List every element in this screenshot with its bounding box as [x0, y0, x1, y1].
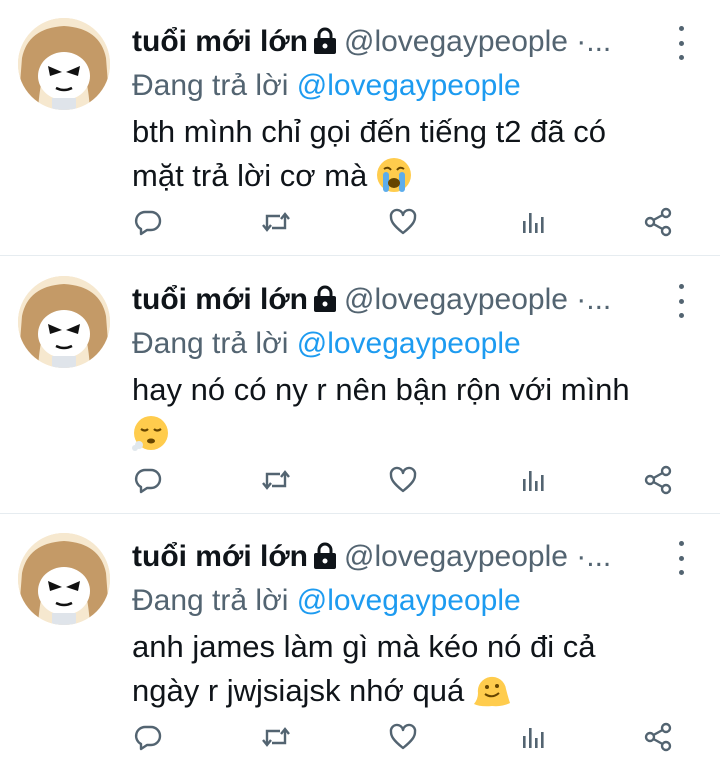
- reply-context: Đang trả lời @lovegaypeople: [132, 579, 521, 623]
- display-name[interactable]: tuổi mới lớn: [132, 25, 308, 58]
- loudly-crying-face-icon: [375, 156, 413, 206]
- retweet-icon[interactable]: [256, 717, 296, 757]
- avatar[interactable]: [18, 276, 110, 368]
- lock-icon: [312, 282, 338, 326]
- reply-prefix: Đang trả lời: [132, 584, 289, 617]
- tweet-header: tuổi mới lớn @lovegaypeople ·...: [132, 20, 692, 64]
- reply-icon[interactable]: [128, 460, 168, 500]
- username[interactable]: @lovegaypeople ·...: [344, 540, 611, 573]
- tweet-header: tuổi mới lớn @lovegaypeople ·...: [132, 278, 692, 322]
- tweet-actions: [0, 717, 720, 757]
- like-icon[interactable]: [383, 202, 423, 242]
- share-icon[interactable]: [638, 717, 678, 757]
- lock-icon: [312, 539, 338, 583]
- reply-icon[interactable]: [128, 202, 168, 242]
- tweet-feed: tuổi mới lớn @lovegaypeople ·... Đang trả…: [0, 0, 720, 770]
- avatar[interactable]: [18, 18, 110, 110]
- username[interactable]: @lovegaypeople ·...: [344, 283, 611, 316]
- retweet-icon[interactable]: [256, 202, 296, 242]
- tweet-actions: [0, 460, 720, 500]
- tweet-text-line: ngày r jwjsiajsk nhớ quá: [132, 673, 465, 708]
- tweet-text-line: hay nó có ny r nên bận rộn với mình: [132, 372, 630, 407]
- share-icon[interactable]: [638, 460, 678, 500]
- retweet-icon[interactable]: [256, 460, 296, 500]
- more-icon[interactable]: [670, 541, 692, 575]
- display-name[interactable]: tuổi mới lớn: [132, 283, 308, 316]
- face-exhaling-icon: [132, 414, 170, 464]
- tweet-header: tuổi mới lớn @lovegaypeople ·...: [132, 535, 692, 579]
- reply-context: Đang trả lời @lovegaypeople: [132, 322, 521, 366]
- mention-link[interactable]: @lovegaypeople: [297, 327, 521, 360]
- views-icon[interactable]: [512, 202, 552, 242]
- reply-prefix: Đang trả lời: [132, 327, 289, 360]
- views-icon[interactable]: [512, 717, 552, 757]
- avatar[interactable]: [18, 533, 110, 625]
- tweet-text: anh james làm gì mà kéo nó đi cả ngày r …: [132, 625, 692, 721]
- tweet[interactable]: tuổi mới lớn @lovegaypeople ·... Đang trả…: [0, 258, 720, 514]
- like-icon[interactable]: [383, 717, 423, 757]
- mention-link[interactable]: @lovegaypeople: [297, 69, 521, 102]
- melting-face-icon: [472, 671, 512, 721]
- more-icon[interactable]: [670, 284, 692, 318]
- tweet-text-line: bth mình chỉ gọi đến tiếng t2 đã có: [132, 114, 606, 149]
- lock-icon: [312, 24, 338, 68]
- tweet-text: bth mình chỉ gọi đến tiếng t2 đã có mặt …: [132, 110, 692, 206]
- share-icon[interactable]: [638, 202, 678, 242]
- tweet[interactable]: tuổi mới lớn @lovegaypeople ·... Đang trả…: [0, 0, 720, 256]
- tweet[interactable]: tuổi mới lớn @lovegaypeople ·... Đang trả…: [0, 515, 720, 771]
- reply-icon[interactable]: [128, 717, 168, 757]
- reply-prefix: Đang trả lời: [132, 69, 289, 102]
- tweet-text: hay nó có ny r nên bận rộn với mình: [132, 368, 692, 464]
- mention-link[interactable]: @lovegaypeople: [297, 584, 521, 617]
- reply-context: Đang trả lời @lovegaypeople: [132, 64, 521, 108]
- views-icon[interactable]: [512, 460, 552, 500]
- tweet-text-line: anh james làm gì mà kéo nó đi cả: [132, 629, 596, 664]
- tweet-actions: [0, 202, 720, 242]
- username[interactable]: @lovegaypeople ·...: [344, 25, 611, 58]
- tweet-text-line: mặt trả lời cơ mà: [132, 158, 368, 193]
- like-icon[interactable]: [383, 460, 423, 500]
- display-name[interactable]: tuổi mới lớn: [132, 540, 308, 573]
- more-icon[interactable]: [670, 26, 692, 60]
